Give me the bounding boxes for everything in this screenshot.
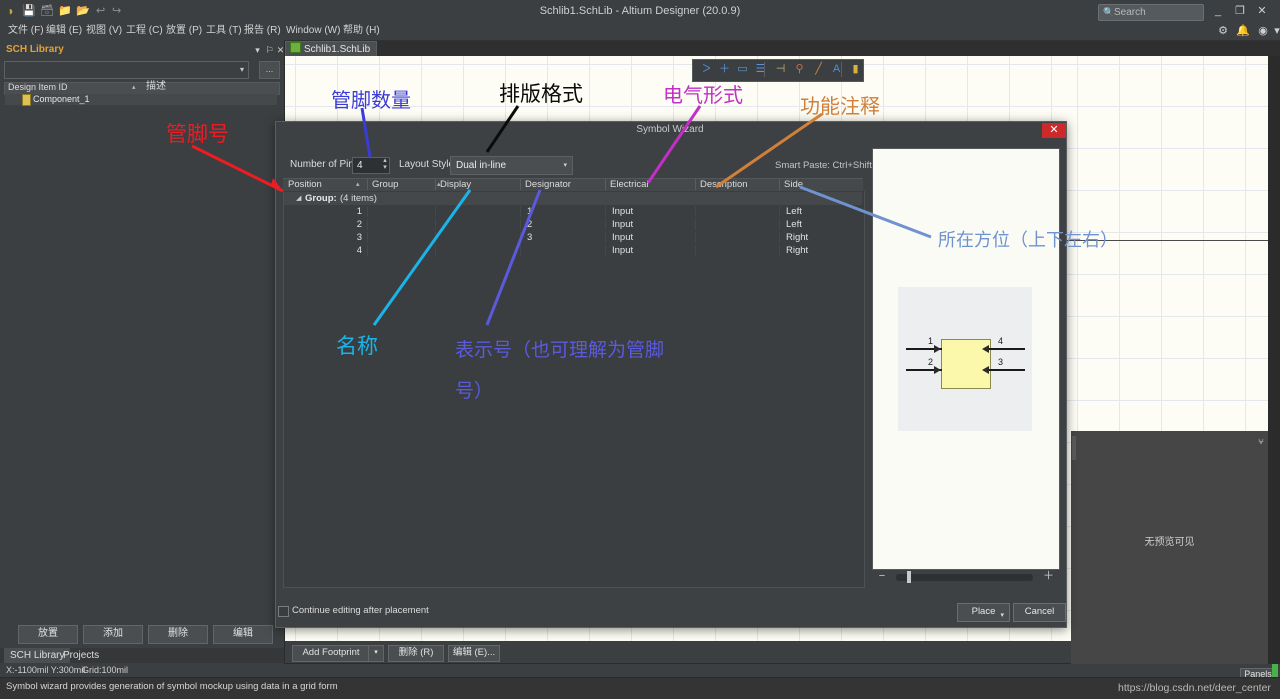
annotation-lines (0, 0, 1280, 698)
